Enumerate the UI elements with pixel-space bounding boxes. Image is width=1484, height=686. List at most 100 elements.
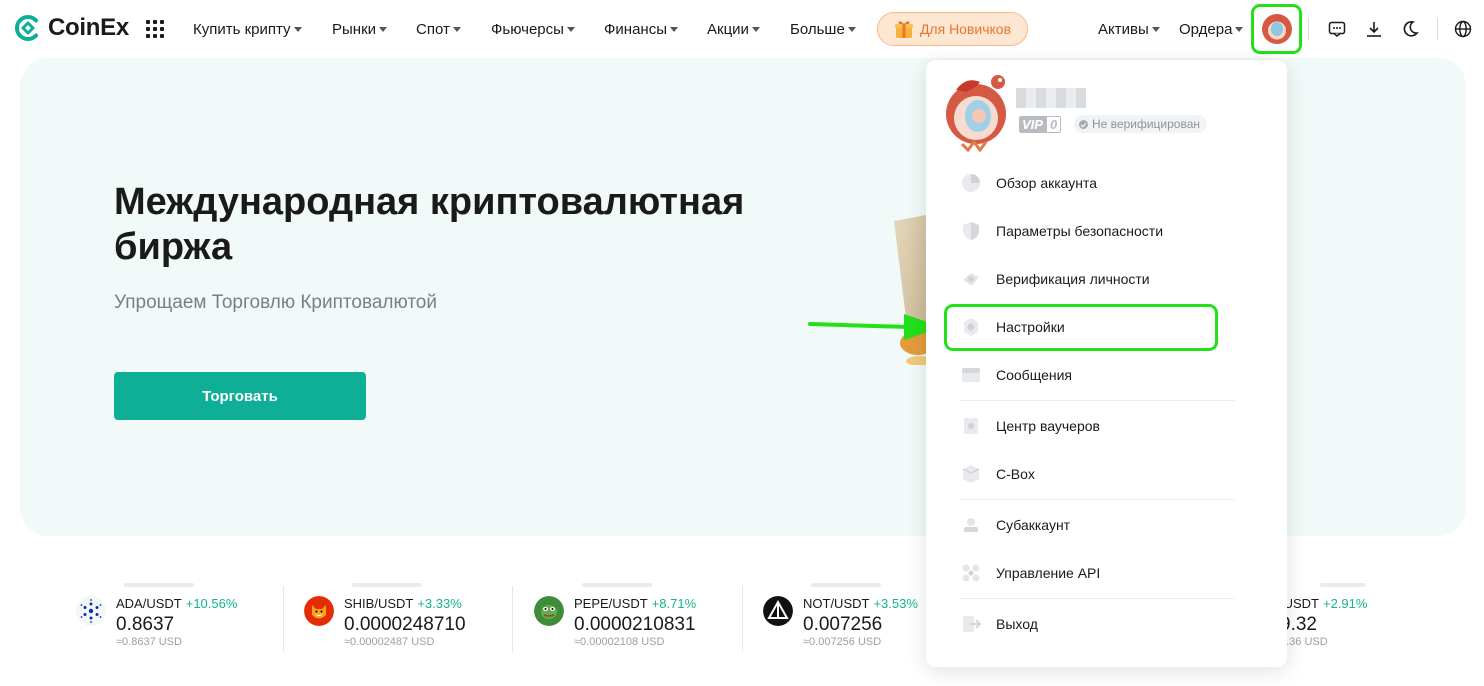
menu-item-security[interactable]: Параметры безопасности	[960, 215, 1240, 247]
ticker-pair: ADA/USDT +10.56%	[116, 596, 237, 611]
menu-item-voucher-center[interactable]: Центр ваучеров	[960, 410, 1240, 442]
ticker-placeholder	[582, 583, 652, 587]
beginners-promo-button[interactable]: Для Новичков	[877, 12, 1028, 46]
menu-item-logout[interactable]: Выход	[960, 608, 1240, 640]
nav-label: Финансы	[604, 21, 667, 38]
divider	[1308, 18, 1309, 40]
nav-futures[interactable]: Фьючерсы	[491, 21, 575, 38]
promo-label: Для Новичков	[919, 21, 1012, 37]
coinex-logo[interactable]: CoinEx	[14, 14, 129, 42]
ticker-pair: SHIB/USDT +3.33%	[344, 596, 462, 611]
message-icon	[962, 368, 980, 382]
nav-markets[interactable]: Рынки	[332, 21, 388, 38]
nav-more[interactable]: Больше	[790, 21, 856, 38]
change-label: +2.91%	[1323, 596, 1368, 611]
chevron-down-icon	[1151, 27, 1160, 32]
pair-label: SHIB/USDT	[344, 596, 414, 611]
coinex-logo-icon	[14, 15, 38, 41]
chat-icon[interactable]	[1328, 20, 1346, 38]
ticker-usd: ≈0.00002108 USD	[574, 636, 665, 648]
menu-item-subaccount[interactable]: Субаккаунт	[960, 509, 1240, 541]
pepe-icon	[534, 596, 564, 626]
menu-item-api-management[interactable]: Управление API	[960, 557, 1240, 589]
nav-buy-crypto[interactable]: Купить крипту	[193, 21, 302, 38]
ticker-price: 0.0000248710	[344, 614, 466, 635]
chevron-down-icon	[669, 27, 678, 32]
menu-divider	[960, 598, 1235, 599]
divider	[512, 586, 513, 652]
nav-finance[interactable]: Финансы	[604, 21, 678, 38]
avatar	[1261, 14, 1292, 44]
profile-avatar-button[interactable]	[1251, 4, 1302, 54]
pie-chart-icon	[962, 174, 980, 192]
box-icon	[962, 465, 980, 483]
shield-icon	[963, 222, 979, 240]
pair-label: ADA/USDT	[116, 596, 182, 611]
settings-highlight-annotation	[944, 304, 1218, 351]
hero-title: Международная криптовалютная биржа	[114, 181, 745, 268]
logout-icon	[963, 616, 982, 632]
check-circle-icon	[1079, 119, 1088, 129]
ticker-item-partial[interactable]: /USDT +2.91% 9.32 9.36 USD	[1287, 580, 1484, 660]
menu-item-label: C-Box	[996, 466, 1035, 482]
vip-badge[interactable]: VIP 0	[1019, 116, 1062, 133]
menu-item-label: Обзор аккаунта	[996, 175, 1098, 191]
pair-label: PEPE/USDT	[574, 596, 648, 611]
chevron-down-icon	[1235, 27, 1244, 32]
ticker-item[interactable]: ADA/USDT +10.56% 0.8637 ≈0.8637 USD	[76, 580, 276, 656]
logo-text: CoinEx	[48, 14, 129, 41]
ticker-usd: 9.36 USD	[1287, 636, 1328, 648]
chevron-down-icon	[751, 27, 760, 32]
globe-icon[interactable]	[1454, 20, 1472, 38]
chevron-down-icon	[847, 27, 856, 32]
nav-label: Активы	[1098, 21, 1149, 38]
voucher-icon	[964, 418, 978, 434]
vip-label: VIP	[1019, 116, 1046, 133]
change-label: +3.53%	[873, 596, 918, 611]
chevron-down-icon	[566, 27, 575, 32]
menu-item-label: Выход	[996, 616, 1038, 632]
cardano-icon	[76, 596, 106, 626]
nav-label: Рынки	[332, 21, 377, 38]
ticker-usd: ≈0.007256 USD	[803, 636, 882, 648]
nav-orders[interactable]: Ордера	[1179, 21, 1244, 38]
trade-button[interactable]: Торговать	[114, 372, 366, 420]
chevron-down-icon	[293, 27, 302, 32]
shiba-icon	[304, 596, 334, 626]
nav-spot[interactable]: Спот	[416, 21, 461, 38]
download-icon[interactable]	[1365, 20, 1383, 38]
menu-item-label: Параметры безопасности	[996, 223, 1164, 239]
nav-label: Ордера	[1179, 21, 1233, 38]
nav-assets[interactable]: Активы	[1098, 21, 1160, 38]
hero-subtitle: Упрощаем Торговлю Криптовалютой	[114, 292, 437, 313]
ticker-item[interactable]: SHIB/USDT +3.33% 0.0000248710 ≈0.00002487…	[304, 580, 504, 656]
nav-label: Фьючерсы	[491, 21, 564, 38]
ticker-placeholder	[1320, 583, 1366, 587]
nav-label: Купить крипту	[193, 21, 291, 38]
ticker-item[interactable]: PEPE/USDT +8.71% 0.0000210831 ≈0.00002108…	[534, 580, 734, 656]
divider	[742, 586, 743, 652]
moon-icon[interactable]	[1401, 20, 1419, 38]
change-label: +3.33%	[417, 596, 462, 611]
menu-divider	[960, 499, 1235, 500]
change-label: +10.56%	[185, 596, 238, 611]
apps-grid-icon[interactable]	[146, 20, 164, 38]
ticker-price: 0.8637	[116, 614, 175, 635]
pair-label: NOT/USDT	[803, 596, 870, 611]
account-dropdown: VIP 0 Не верифицирован Обзор аккаунта Пар…	[926, 60, 1287, 667]
nav-stocks[interactable]: Акции	[707, 21, 760, 38]
menu-item-account-overview[interactable]: Обзор аккаунта	[960, 167, 1240, 199]
api-icon	[962, 564, 980, 582]
chevron-down-icon	[452, 27, 461, 32]
menu-item-label: Управление API	[996, 565, 1101, 581]
ticker-pair: PEPE/USDT +8.71%	[574, 596, 696, 611]
ticker-price: 0.007256	[803, 614, 883, 635]
menu-item-c-box[interactable]: C-Box	[960, 458, 1240, 490]
ticker-usd: ≈0.8637 USD	[116, 636, 182, 648]
menu-item-identity-verification[interactable]: Верификация личности	[960, 263, 1240, 295]
verification-status: Не верифицирован	[1092, 117, 1201, 131]
avatar	[946, 75, 1006, 152]
ticker-item[interactable]: NOT/USDT +3.53% 0.007256 ≈0.007256 USD	[763, 580, 933, 656]
verification-status-badge[interactable]: Не верифицирован	[1074, 115, 1208, 133]
menu-item-messages[interactable]: Сообщения	[960, 359, 1240, 391]
